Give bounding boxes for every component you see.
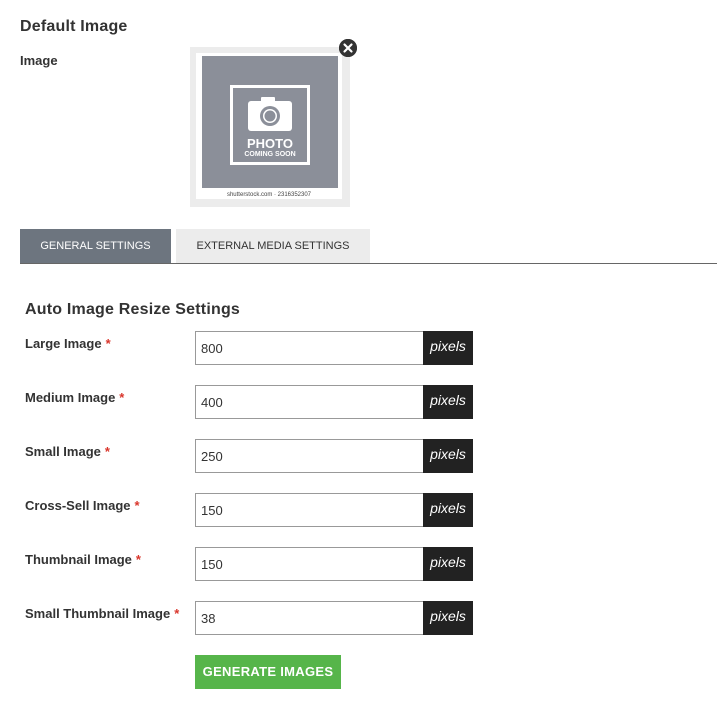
cross-sell-image-input-group: pixels xyxy=(195,493,473,527)
photo-text: PHOTO xyxy=(247,136,293,151)
resize-settings-title: Auto Image Resize Settings xyxy=(25,301,241,318)
tab-external-media-settings[interactable]: EXTERNAL MEDIA SETTINGS xyxy=(176,229,370,263)
pixels-addon: pixels xyxy=(423,439,473,473)
required-marker: * xyxy=(104,444,110,459)
pixels-addon: pixels xyxy=(423,493,473,527)
photo-placeholder: PHOTO COMING SOON xyxy=(202,56,338,188)
default-image-title: Default Image xyxy=(20,18,128,35)
medium-image-input[interactable] xyxy=(195,385,423,419)
small-thumbnail-image-input-group: pixels xyxy=(195,601,473,635)
large-image-input-group: pixels xyxy=(195,331,473,365)
pixels-addon: pixels xyxy=(423,331,473,365)
pixels-addon: pixels xyxy=(423,601,473,635)
coming-soon-text: COMING SOON xyxy=(244,151,296,158)
small-image-input[interactable] xyxy=(195,439,423,473)
large-image-label: Large Image * xyxy=(25,336,111,351)
required-marker: * xyxy=(105,336,111,351)
small-thumbnail-image-label: Small Thumbnail Image * xyxy=(25,606,180,621)
tab-general-settings[interactable]: GENERAL SETTINGS xyxy=(20,229,171,263)
required-marker: * xyxy=(119,390,125,405)
pixels-addon: pixels xyxy=(423,547,473,581)
watermark-text: shutterstock.com · 2316352307 xyxy=(226,192,312,198)
pixels-addon: pixels xyxy=(423,385,473,419)
cross-sell-image-input[interactable] xyxy=(195,493,423,527)
close-x-icon xyxy=(339,39,357,57)
cross-sell-image-label: Cross-Sell Image * xyxy=(25,498,140,513)
required-marker: * xyxy=(135,552,141,567)
small-image-label: Small Image * xyxy=(25,444,110,459)
photo-frame: PHOTO COMING SOON xyxy=(230,85,310,165)
large-image-input[interactable] xyxy=(195,331,423,365)
medium-image-input-group: pixels xyxy=(195,385,473,419)
thumbnail-image-input-group: pixels xyxy=(195,547,473,581)
image-thumbnail[interactable]: PHOTO COMING SOON shutterstock.com · 231… xyxy=(190,47,350,207)
required-marker: * xyxy=(174,606,180,621)
small-thumbnail-image-input[interactable] xyxy=(195,601,423,635)
image-field-label: Image xyxy=(20,53,58,68)
medium-image-label: Medium Image * xyxy=(25,390,125,405)
remove-image-close-icon[interactable] xyxy=(339,39,357,57)
thumbnail-image-label: Thumbnail Image * xyxy=(25,552,141,567)
thumbnail-image-input[interactable] xyxy=(195,547,423,581)
tab-divider xyxy=(20,263,717,264)
generate-images-button[interactable]: GENERATE IMAGES xyxy=(195,655,341,689)
required-marker: * xyxy=(134,498,140,513)
small-image-input-group: pixels xyxy=(195,439,473,473)
